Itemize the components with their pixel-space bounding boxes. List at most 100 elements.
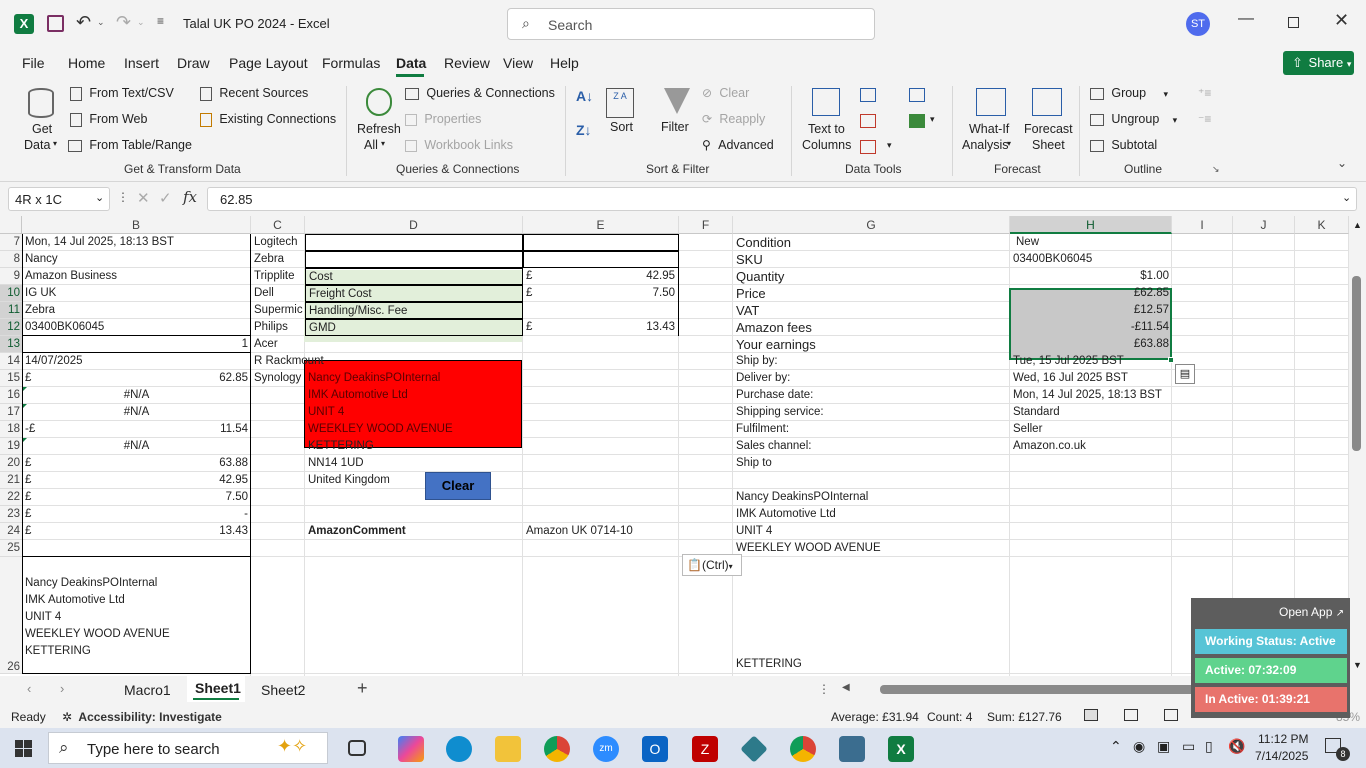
b-value[interactable]: 63.88 — [22, 455, 251, 472]
row-header-8[interactable]: 8 — [0, 251, 22, 268]
scroll-down-icon[interactable]: ▼ — [1353, 660, 1362, 670]
d-cost-label[interactable]: GMD — [305, 319, 523, 336]
copilot-app-icon[interactable] — [398, 736, 424, 762]
prev-sheet-icon[interactable]: ‹ — [27, 681, 31, 696]
d-empty-cell[interactable] — [305, 251, 523, 268]
row-header-10[interactable]: 10 — [0, 285, 22, 302]
b26-line[interactable]: UNIT 4 — [22, 609, 251, 626]
tab-view[interactable]: View — [503, 55, 533, 71]
e-cost-value[interactable]: 7.50 — [523, 285, 679, 302]
chrome-profile-icon[interactable] — [790, 736, 816, 762]
customize-toolbar-icon[interactable]: ≡ — [157, 14, 164, 28]
detail-value[interactable]: £12.57 — [1010, 302, 1172, 319]
show-detail-icon[interactable]: ⁺≡ — [1198, 86, 1211, 100]
c-brand[interactable]: Dell — [251, 285, 305, 302]
forecast-sheet-button[interactable]: Forecast Sheet — [1022, 84, 1073, 154]
name-box[interactable]: 4R x 1C ⌄ — [8, 187, 110, 211]
b-value[interactable]: 7.50 — [22, 489, 251, 506]
tab-formulas[interactable]: Formulas — [322, 55, 380, 71]
detail-key[interactable]: Condition — [733, 234, 1010, 251]
cancel-entry-icon[interactable]: ✕ — [137, 189, 150, 207]
reapply-button[interactable]: ⟳ Reapply — [702, 112, 765, 126]
search-box[interactable]: ⌕ Search — [507, 8, 875, 40]
queries-connections-button[interactable]: Queries & Connections — [405, 86, 555, 100]
row-header-15[interactable]: 15 — [0, 370, 22, 387]
detail-key[interactable]: Ship by: — [733, 353, 1010, 370]
detail-key[interactable]: Price — [733, 285, 1010, 302]
tab-file[interactable]: File — [22, 55, 45, 71]
add-sheet-button[interactable]: + — [357, 678, 368, 699]
c-brand[interactable]: Zebra — [251, 251, 305, 268]
column-header-i[interactable]: I — [1172, 216, 1233, 234]
from-text-csv-button[interactable]: From Text/CSV — [70, 86, 174, 101]
detail-key[interactable]: Fulfilment: — [733, 421, 1010, 438]
tab-review[interactable]: Review — [444, 55, 490, 71]
b-value[interactable]: 62.85 — [22, 370, 251, 387]
page-layout-view-icon[interactable] — [1124, 709, 1138, 721]
calculator-icon[interactable] — [839, 736, 865, 762]
row-header-19[interactable]: 19 — [0, 438, 22, 455]
c-brand[interactable]: R Rackmount — [251, 353, 361, 370]
outline-dialog-launcher-icon[interactable]: ↘ — [1212, 164, 1220, 175]
close-window-button[interactable]: ✕ — [1334, 10, 1349, 31]
detail-key[interactable]: Shipping service: — [733, 404, 1010, 421]
e-empty-cell[interactable] — [523, 234, 679, 251]
row-header-24[interactable]: 24 — [0, 523, 22, 540]
detail-key[interactable]: Purchase date: — [733, 387, 1010, 404]
b26-line[interactable]: IMK Automotive Ltd — [22, 592, 251, 609]
show-hidden-icons[interactable]: ⌃ — [1110, 738, 1122, 755]
d-empty-cell[interactable] — [305, 234, 523, 251]
b-value[interactable]: Nancy — [22, 251, 251, 268]
from-table-range-button[interactable]: From Table/Range — [68, 138, 192, 152]
taskbar-search-box[interactable]: ⌕ Type here to search ✦✧ — [48, 732, 328, 764]
tab-help[interactable]: Help — [550, 55, 579, 71]
b-value[interactable]: 13.43 — [22, 523, 251, 540]
c-brand[interactable]: Tripplite — [251, 268, 305, 285]
b26-line[interactable]: WEEKLEY WOOD AVENUE — [22, 626, 251, 643]
get-data-button[interactable]: Get Data ▾ — [20, 84, 64, 154]
outlook-icon[interactable]: O — [642, 736, 668, 762]
sheet-tab-sheet1[interactable]: Sheet1 — [187, 676, 245, 702]
detail-key[interactable]: VAT — [733, 302, 1010, 319]
insert-function-icon[interactable]: fx — [183, 188, 197, 206]
b-value[interactable]: 14/07/2025 — [22, 353, 251, 370]
normal-view-icon[interactable] — [1084, 709, 1098, 721]
from-web-button[interactable]: From Web — [70, 112, 147, 127]
more-options-icon[interactable]: ⋮ — [117, 190, 129, 204]
tab-insert[interactable]: Insert — [124, 55, 159, 71]
ungroup-button[interactable]: Ungroup ▾ — [1090, 112, 1177, 126]
b-value[interactable]: #N/A — [22, 387, 251, 404]
amazon-comment-value[interactable]: Amazon UK 0714-10 — [523, 523, 679, 540]
g-address-line[interactable]: WEEKLEY WOOD AVENUE — [733, 540, 1010, 557]
detail-value[interactable]: $1.00 — [1010, 268, 1172, 285]
app-diamond-icon[interactable] — [740, 735, 768, 763]
detail-key[interactable]: Your earnings — [733, 336, 1010, 353]
save-icon[interactable] — [47, 15, 64, 32]
detail-value[interactable]: -£11.54 — [1010, 319, 1172, 336]
vertical-scrollbar[interactable]: ▲ ▼ — [1349, 216, 1366, 676]
zoom-app-icon[interactable]: zm — [593, 736, 619, 762]
b-value[interactable]: #N/A — [22, 438, 251, 455]
sort-a-z-button[interactable]: A↓ — [576, 88, 593, 104]
clock-time[interactable]: 11:12 PM — [1258, 732, 1308, 746]
minimize-button[interactable]: — — [1238, 10, 1254, 28]
tabs-more-icon[interactable]: ⋮ — [818, 682, 830, 696]
detail-value[interactable]: Seller — [1010, 421, 1172, 438]
row-header-7[interactable]: 7 — [0, 234, 22, 251]
windows-start-icon[interactable] — [15, 740, 32, 757]
d-address-line[interactable]: Nancy DeakinsPOInternal — [305, 370, 523, 387]
c-brand[interactable]: Logitech — [251, 234, 305, 251]
row-header-16[interactable]: 16 — [0, 387, 22, 404]
filter-button[interactable]: Filter — [658, 84, 694, 144]
tab-data[interactable]: Data — [396, 55, 426, 71]
row-header-23[interactable]: 23 — [0, 506, 22, 523]
column-header-e[interactable]: E — [523, 216, 679, 234]
detail-value[interactable]: Wed, 16 Jul 2025 BST — [1010, 370, 1172, 387]
b26-line[interactable]: KETTERING — [22, 643, 251, 660]
d-cost-label[interactable]: Handling/Misc. Fee — [305, 302, 523, 319]
open-app-link[interactable]: Open App ↗ — [1279, 605, 1344, 619]
detail-key[interactable]: SKU — [733, 251, 1010, 268]
b-value[interactable]: 1 — [22, 336, 251, 353]
data-model-icon[interactable] — [909, 114, 925, 128]
text-to-columns-button[interactable]: Text to Columns — [800, 84, 852, 154]
